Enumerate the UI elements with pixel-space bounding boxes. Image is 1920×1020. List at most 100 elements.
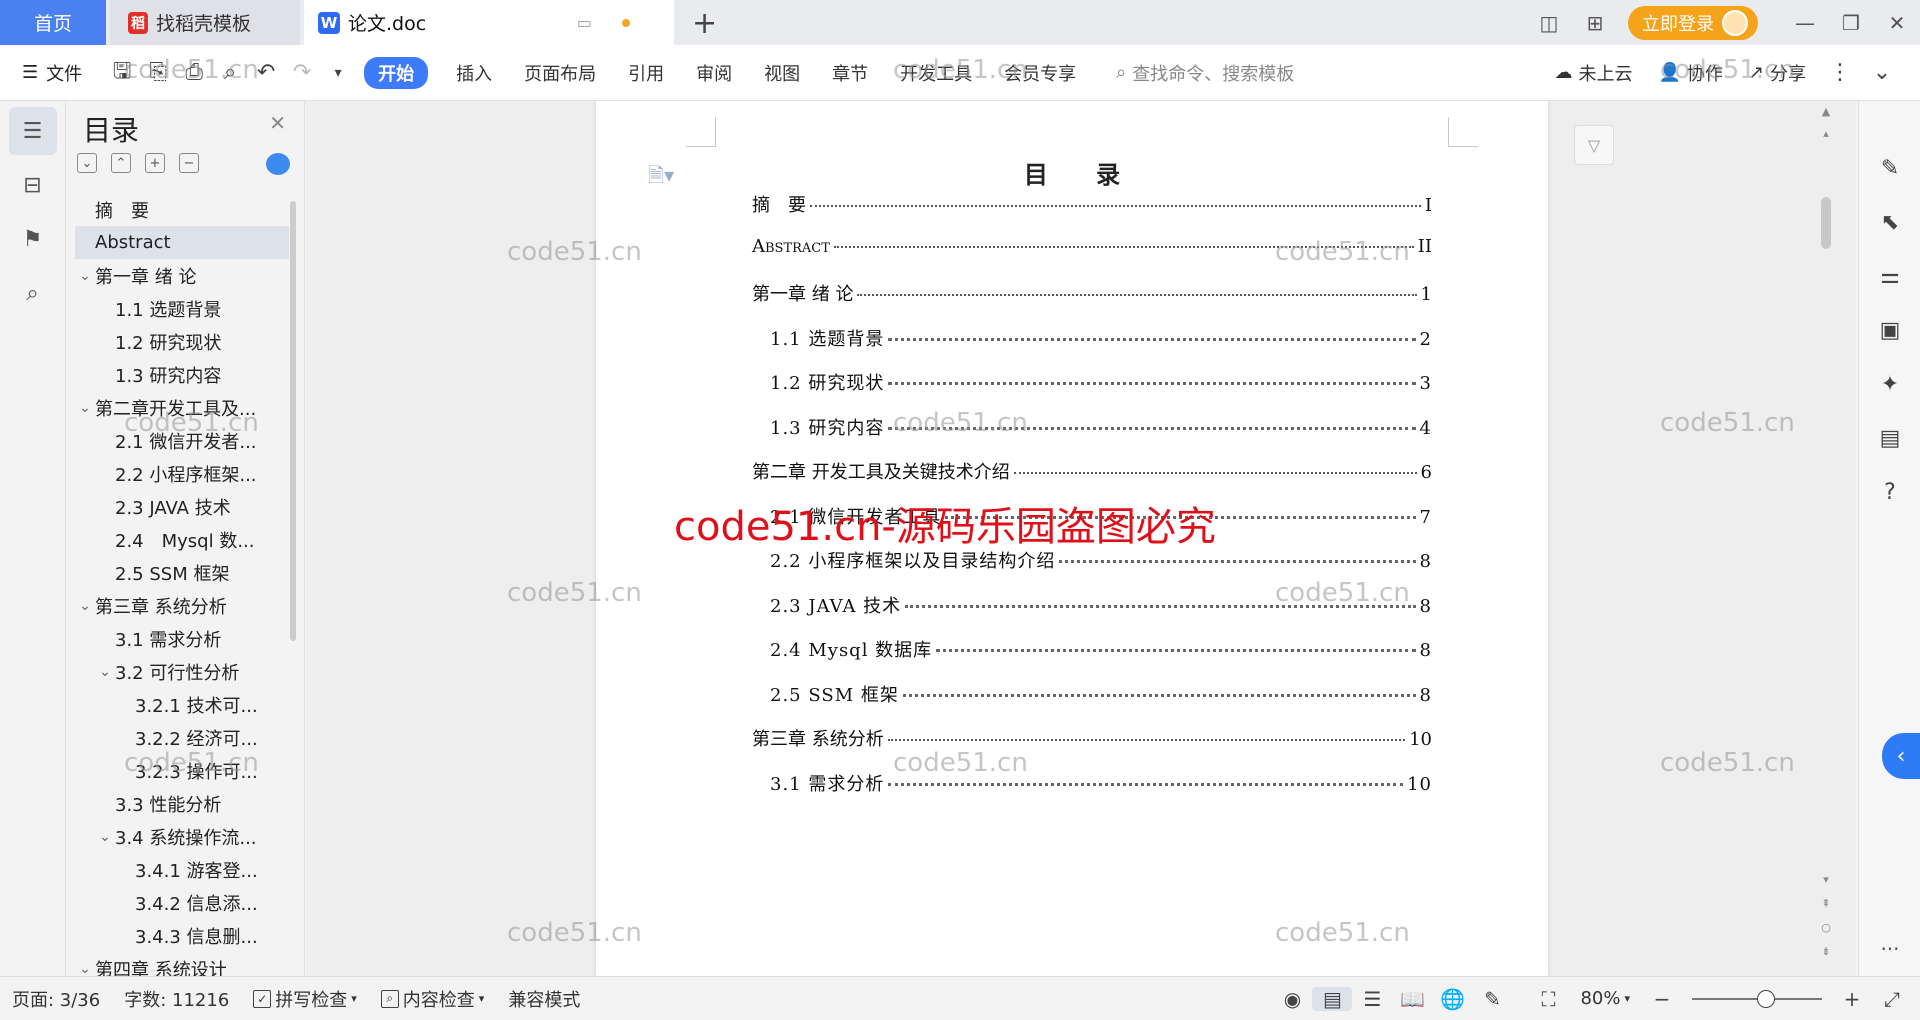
image-tool-icon[interactable]: ▣ (1859, 303, 1920, 357)
zoom-out-icon[interactable]: − (1642, 987, 1682, 1011)
collapse-ribbon-icon[interactable]: ⌄ (1864, 60, 1900, 85)
doc-toc-entry[interactable]: 2.4 Mysql 数据库 8 (770, 636, 1432, 662)
find-icon[interactable]: ⌕ (9, 269, 57, 317)
chapter-nav-icon[interactable]: ⊟ (9, 161, 57, 209)
toc-nav-icon[interactable]: ☰ (8, 107, 57, 155)
scroll-top-icon[interactable]: ▲ (1818, 105, 1834, 118)
doc-toc-entry[interactable]: 1.3 研究内容 4 (770, 414, 1432, 440)
add-heading-icon[interactable]: + (145, 153, 165, 173)
toc-item[interactable]: Abstract (75, 226, 289, 259)
toc-item[interactable]: 3.2.2 经济可... (75, 721, 289, 754)
read-mode-icon[interactable]: 📖 (1392, 987, 1432, 1011)
toc-item[interactable]: ⌄ 第一章 绪 论 (75, 259, 289, 292)
filter-icon[interactable]: ▽ (1574, 125, 1614, 165)
more-tools-icon[interactable]: ··· (1859, 937, 1920, 961)
fullscreen-icon[interactable]: ⤢ (1872, 987, 1912, 1011)
toc-item[interactable]: 2.1 微信开发者... (75, 424, 289, 457)
write-mode-icon[interactable]: ✎ (1472, 987, 1512, 1011)
chevron-down-icon[interactable]: ⌄ (95, 829, 115, 845)
reader-icon[interactable]: ▤ (1859, 411, 1920, 465)
toc-item[interactable]: 3.2.3 操作可... (75, 754, 289, 787)
chevron-down-icon[interactable]: ⌄ (75, 268, 95, 284)
pen-icon[interactable]: ✎ (1859, 141, 1920, 195)
tab-review[interactable]: 审阅 (680, 60, 748, 86)
cloud-status-button[interactable]: ☁ 未上云 (1544, 60, 1642, 86)
toc-item[interactable]: ⌄ 第二章开发工具及... (75, 391, 289, 424)
chevron-down-icon[interactable]: ⌄ (95, 664, 115, 680)
save-icon[interactable]: 🖫 (104, 54, 140, 92)
collapse-sidebar-icon[interactable]: ‹ (1882, 733, 1920, 779)
monitor-icon[interactable]: ▭ (577, 13, 592, 32)
tab-home[interactable]: 首页 (0, 0, 106, 45)
spellcheck-button[interactable]: ✓ 拼写检查 ▾ (241, 986, 369, 1012)
fit-page-icon[interactable]: ⛶ (1528, 987, 1568, 1011)
toc-item[interactable]: 3.4.1 游客登... (75, 853, 289, 886)
close-window-icon[interactable]: ✕ (1874, 11, 1920, 35)
ai-assistant-icon[interactable] (266, 153, 290, 175)
toc-item[interactable]: 摘 要 (75, 193, 289, 226)
chevron-down-icon[interactable]: ⌄ (75, 598, 95, 614)
outline-view-icon[interactable]: ☰ (1352, 987, 1392, 1011)
toc-item[interactable]: 2.3 JAVA 技术 (75, 490, 289, 523)
tab-insert[interactable]: 插入 (440, 60, 508, 86)
undo-icon[interactable]: ↶ (248, 60, 284, 85)
zoom-in-icon[interactable]: + (1832, 987, 1872, 1011)
toc-item[interactable]: 2.5 SSM 框架 (75, 556, 289, 589)
layout-switch-icon[interactable]: ◫ (1526, 11, 1572, 35)
more-options-icon[interactable]: ⋮ (1822, 60, 1858, 85)
scroll-thumb[interactable] (1821, 197, 1831, 249)
adjust-sliders-icon[interactable]: ⚌ (1859, 249, 1920, 303)
zoom-slider[interactable] (1692, 989, 1822, 1008)
collapse-all-icon[interactable]: ⌃ (111, 153, 131, 173)
toc-item[interactable]: 1.3 研究内容 (75, 358, 289, 391)
toc-item[interactable]: 3.4.2 信息添... (75, 886, 289, 919)
minimize-icon[interactable]: — (1782, 11, 1828, 35)
help-icon[interactable]: ? (1859, 465, 1920, 519)
ai-spark-icon[interactable]: ✦ (1859, 357, 1920, 411)
restore-icon[interactable]: ❐ (1828, 11, 1874, 35)
scroll-up-icon[interactable]: ▴ (1818, 127, 1834, 140)
doc-toc-entry[interactable]: 第一章 绪 论 1 (752, 280, 1432, 306)
toc-item[interactable]: 3.1 需求分析 (75, 622, 289, 655)
chevron-down-icon[interactable]: ⌄ (75, 400, 95, 416)
new-tab-button[interactable]: + (692, 6, 717, 41)
toc-scrollbar[interactable] (290, 201, 296, 641)
doc-toc-entry[interactable]: 2.5 SSM 框架 8 (770, 681, 1432, 707)
toc-item[interactable]: 2.4 Mysql 数... (75, 523, 289, 556)
doc-toc-entry[interactable]: 摘 要I (752, 191, 1432, 217)
share-button[interactable]: ↗ 分享 (1739, 60, 1816, 86)
next-page-icon[interactable]: ⇟ (1818, 945, 1834, 958)
print-icon[interactable]: ⎙ (176, 60, 212, 85)
command-search[interactable]: ⌕ 查找命令、搜索模板 (1116, 60, 1294, 86)
toc-item[interactable]: ⌄ 第四章 系统设计 (75, 952, 289, 977)
zoom-slider-handle[interactable] (1757, 989, 1776, 1008)
doc-toc-entry[interactable]: 第三章 系统分析 10 (752, 725, 1432, 751)
word-count[interactable]: 字数: 11216 (112, 986, 241, 1012)
chevron-down-icon[interactable]: ⌄ (75, 961, 95, 977)
content-check-button[interactable]: ⌕ 内容检查 ▾ (369, 986, 497, 1012)
toc-item[interactable]: ⌄ 3.2 可行性分析 (75, 655, 289, 688)
remove-heading-icon[interactable]: − (179, 153, 199, 173)
toc-item[interactable]: 3.3 性能分析 (75, 787, 289, 820)
select-pointer-icon[interactable]: ⬉ (1859, 195, 1920, 249)
tab-template[interactable]: 稻 找稻壳模板 (110, 0, 300, 45)
doc-toc-entry[interactable]: 2.3 JAVA 技术 8 (770, 592, 1432, 618)
tab-references[interactable]: 引用 (612, 60, 680, 86)
tab-view[interactable]: 视图 (748, 60, 816, 86)
toc-item[interactable]: ⌄ 3.4 系统操作流... (75, 820, 289, 853)
zoom-select[interactable]: 80% ▾ (1568, 988, 1642, 1009)
eye-protect-icon[interactable]: ◉ (1272, 987, 1312, 1011)
expand-all-icon[interactable]: ⌄ (77, 153, 97, 173)
bookmark-icon[interactable]: ⚑ (9, 215, 57, 263)
customize-chevron-icon[interactable]: ▾ (320, 65, 356, 81)
toc-item[interactable]: 1.1 选题背景 (75, 292, 289, 325)
toc-item[interactable]: 3.2.1 技术可... (75, 688, 289, 721)
export-pdf-icon[interactable]: ⎘ (140, 60, 176, 85)
vertical-scrollbar[interactable]: ▲ ▴ ▾ ⇞ ○ ⇟ (1818, 101, 1834, 976)
tab-developer[interactable]: 开发工具 (884, 60, 988, 86)
toc-item[interactable]: ⌄ 第三章 系统分析 (75, 589, 289, 622)
doc-toc-entry[interactable]: 1.2 研究现状 3 (770, 369, 1432, 395)
doc-toc-entry[interactable]: 1.1 选题背景 2 (770, 325, 1432, 351)
doc-toc-entry[interactable]: Abstract II (752, 236, 1432, 257)
toc-item[interactable]: 2.2 小程序框架... (75, 457, 289, 490)
